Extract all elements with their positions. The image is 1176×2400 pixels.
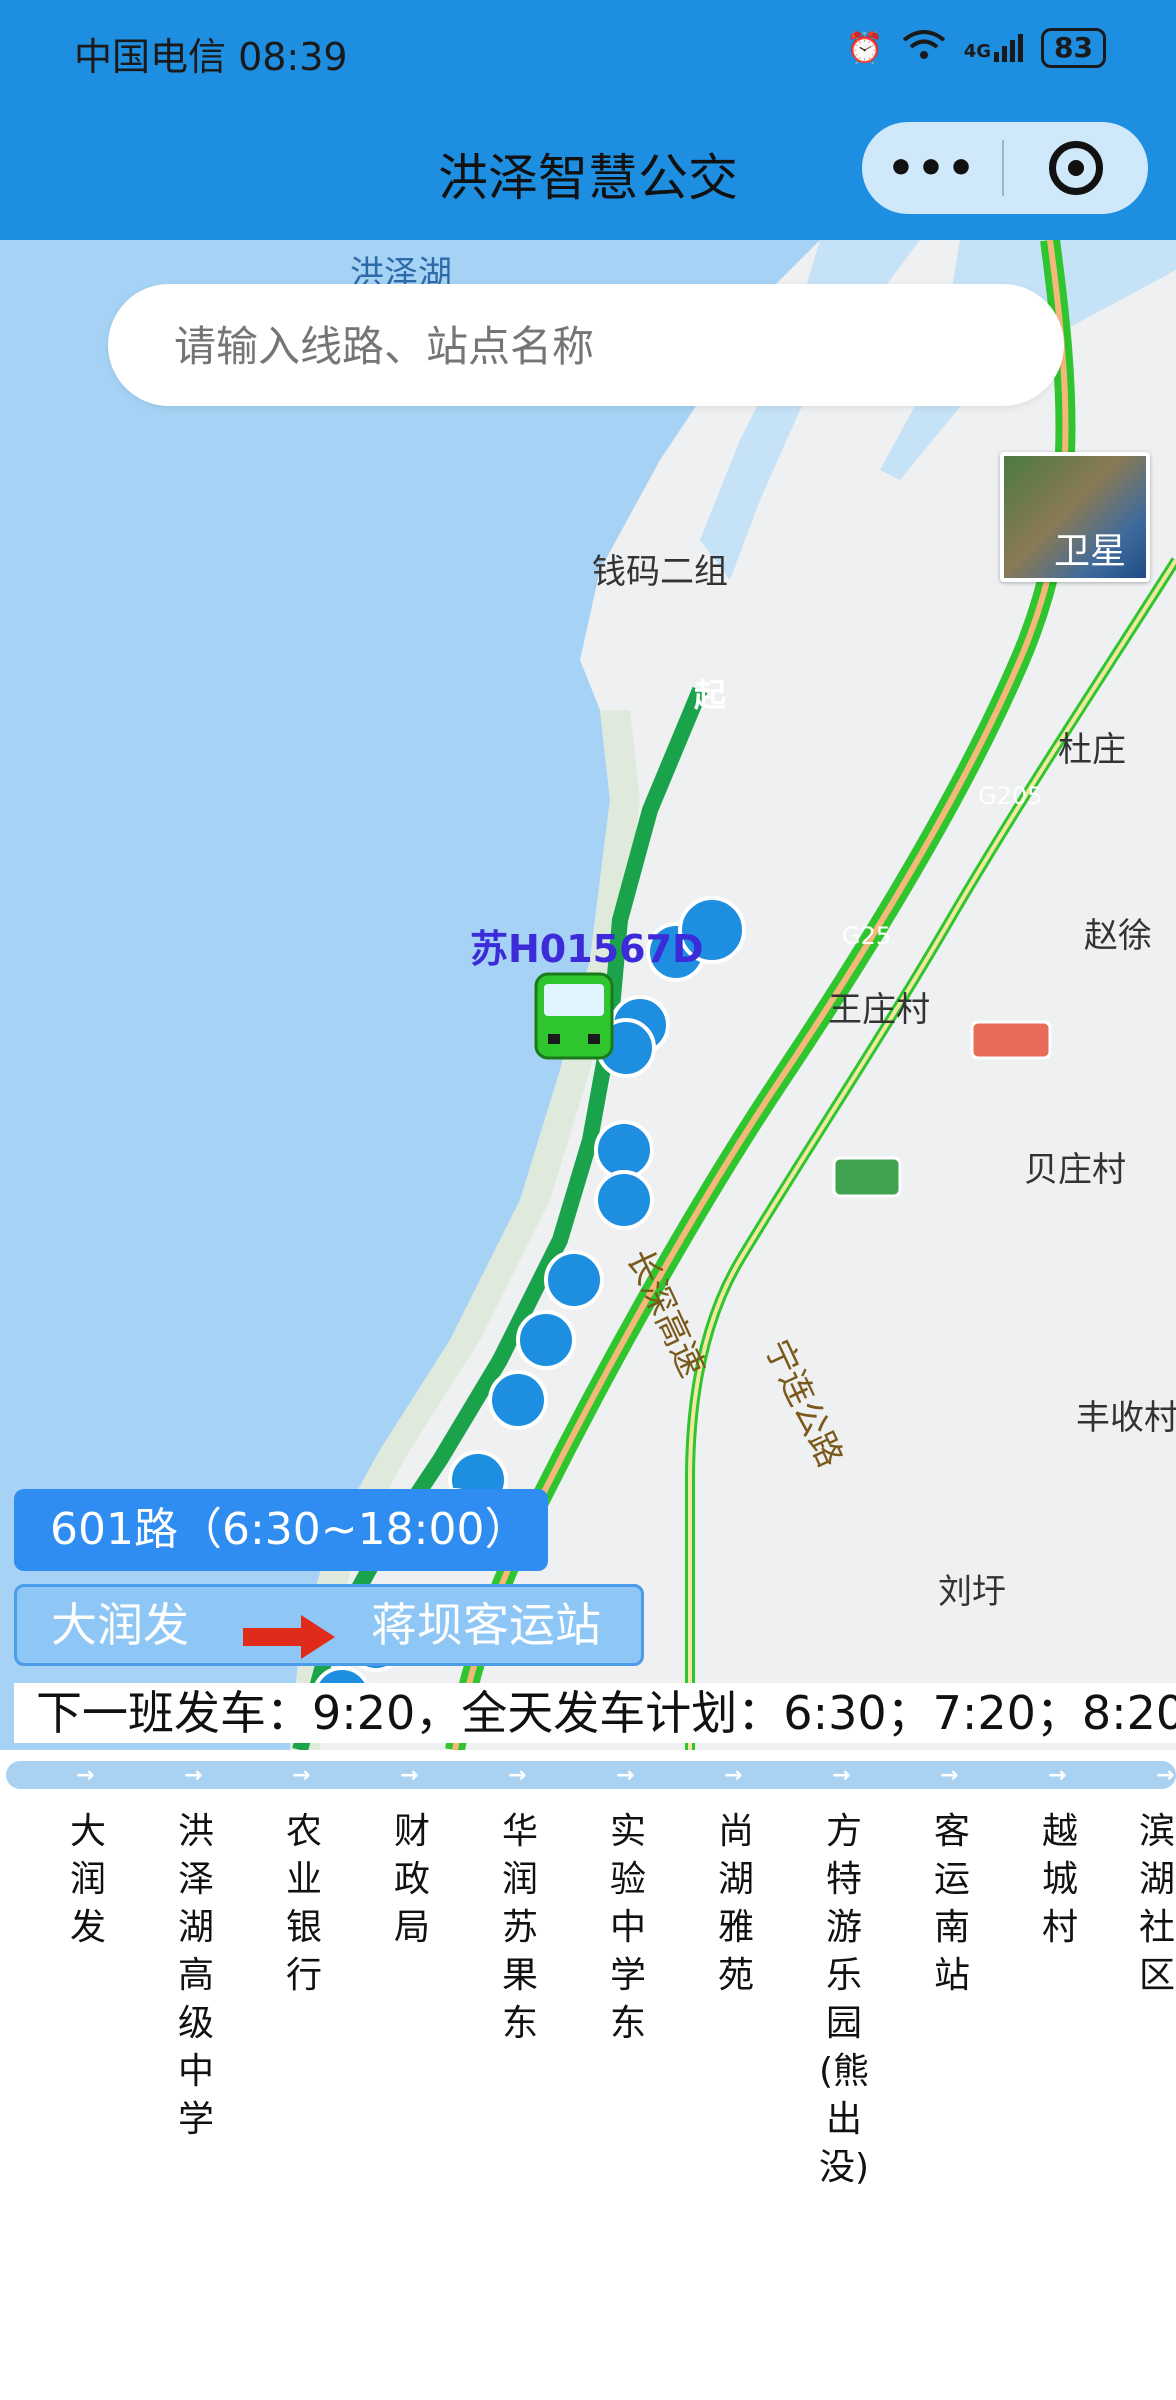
stop-item[interactable]: 客运南站 [922,1808,982,2000]
signal-icon: 4G [963,34,1024,62]
map-label-road-shield: G205 [978,782,1043,810]
map-label-village: 赵徐 [1084,916,1152,956]
route-from: 大润发 [51,1598,189,1652]
stop-item[interactable]: 大润发 [58,1808,118,1952]
stop-item[interactable]: 尚湖雅苑 [706,1808,766,2000]
miniprogram-capsule: ••• [862,122,1148,214]
route-to: 蒋坝客运站 [371,1598,601,1652]
stop-item[interactable]: 方特游乐园(熊出没) [814,1808,874,2192]
more-options-button[interactable]: ••• [862,143,1002,194]
map-label-village: 贝庄村 [1024,1150,1126,1190]
satellite-label: 卫星 [1053,531,1126,572]
close-target-icon [1049,141,1103,195]
schedule-text: 下一班发车：9:20，全天发车计划：6:30；7:20；8:20 [14,1683,1176,1743]
app-header: 中国电信 08:39 ⏰ 4G 83 洪泽智慧公交 ••• [0,0,1176,240]
bus-icon [534,972,614,1060]
map-label-village: 丰收村 [1076,1398,1176,1438]
route-title: 601路（6:30~18:00） [14,1489,548,1571]
route-track: → → → → → → → → → → → [6,1761,1176,1789]
satellite-toggle-button[interactable]: 卫星 [1000,452,1150,582]
map-label-village: 刘圩 [938,1572,1006,1612]
stop-item[interactable]: 洪泽湖高级中学 [166,1808,226,2144]
map-label-village: 王庄村 [828,990,930,1030]
map-label-road-shield: G25 [842,922,892,950]
battery-indicator: 83 [1041,28,1106,68]
map-label-village: 杜庄 [1058,730,1126,770]
stop-item[interactable]: 滨湖社区 [1138,1808,1176,2000]
wifi-icon [902,28,946,68]
network-type: 4G [963,41,992,62]
search-input[interactable] [172,284,1036,408]
stop-item[interactable]: 农业银行 [274,1808,334,2000]
status-icons: ⏰ 4G 83 [846,28,1106,68]
search-bar[interactable] [108,284,1064,408]
direction-arrow-icon [243,1605,335,1681]
start-marker-label: 起 [694,676,727,714]
stop-item[interactable]: 华润苏果东 [490,1808,550,2048]
stop-item[interactable]: 实验中学东 [598,1808,658,2048]
stop-item[interactable]: 越城村 [1030,1808,1090,1952]
close-miniprogram-button[interactable] [1004,141,1148,195]
bus-plate-label: 苏H01567D [470,927,704,971]
alarm-icon: ⏰ [846,30,884,66]
route-direction-switch[interactable]: 大润发 蒋坝客运站 [14,1584,644,1666]
map-label-village: 钱码二组 [592,552,728,592]
status-carrier-time: 中国电信 08:39 [74,35,348,79]
stop-item[interactable]: 财政局 [382,1808,442,1952]
